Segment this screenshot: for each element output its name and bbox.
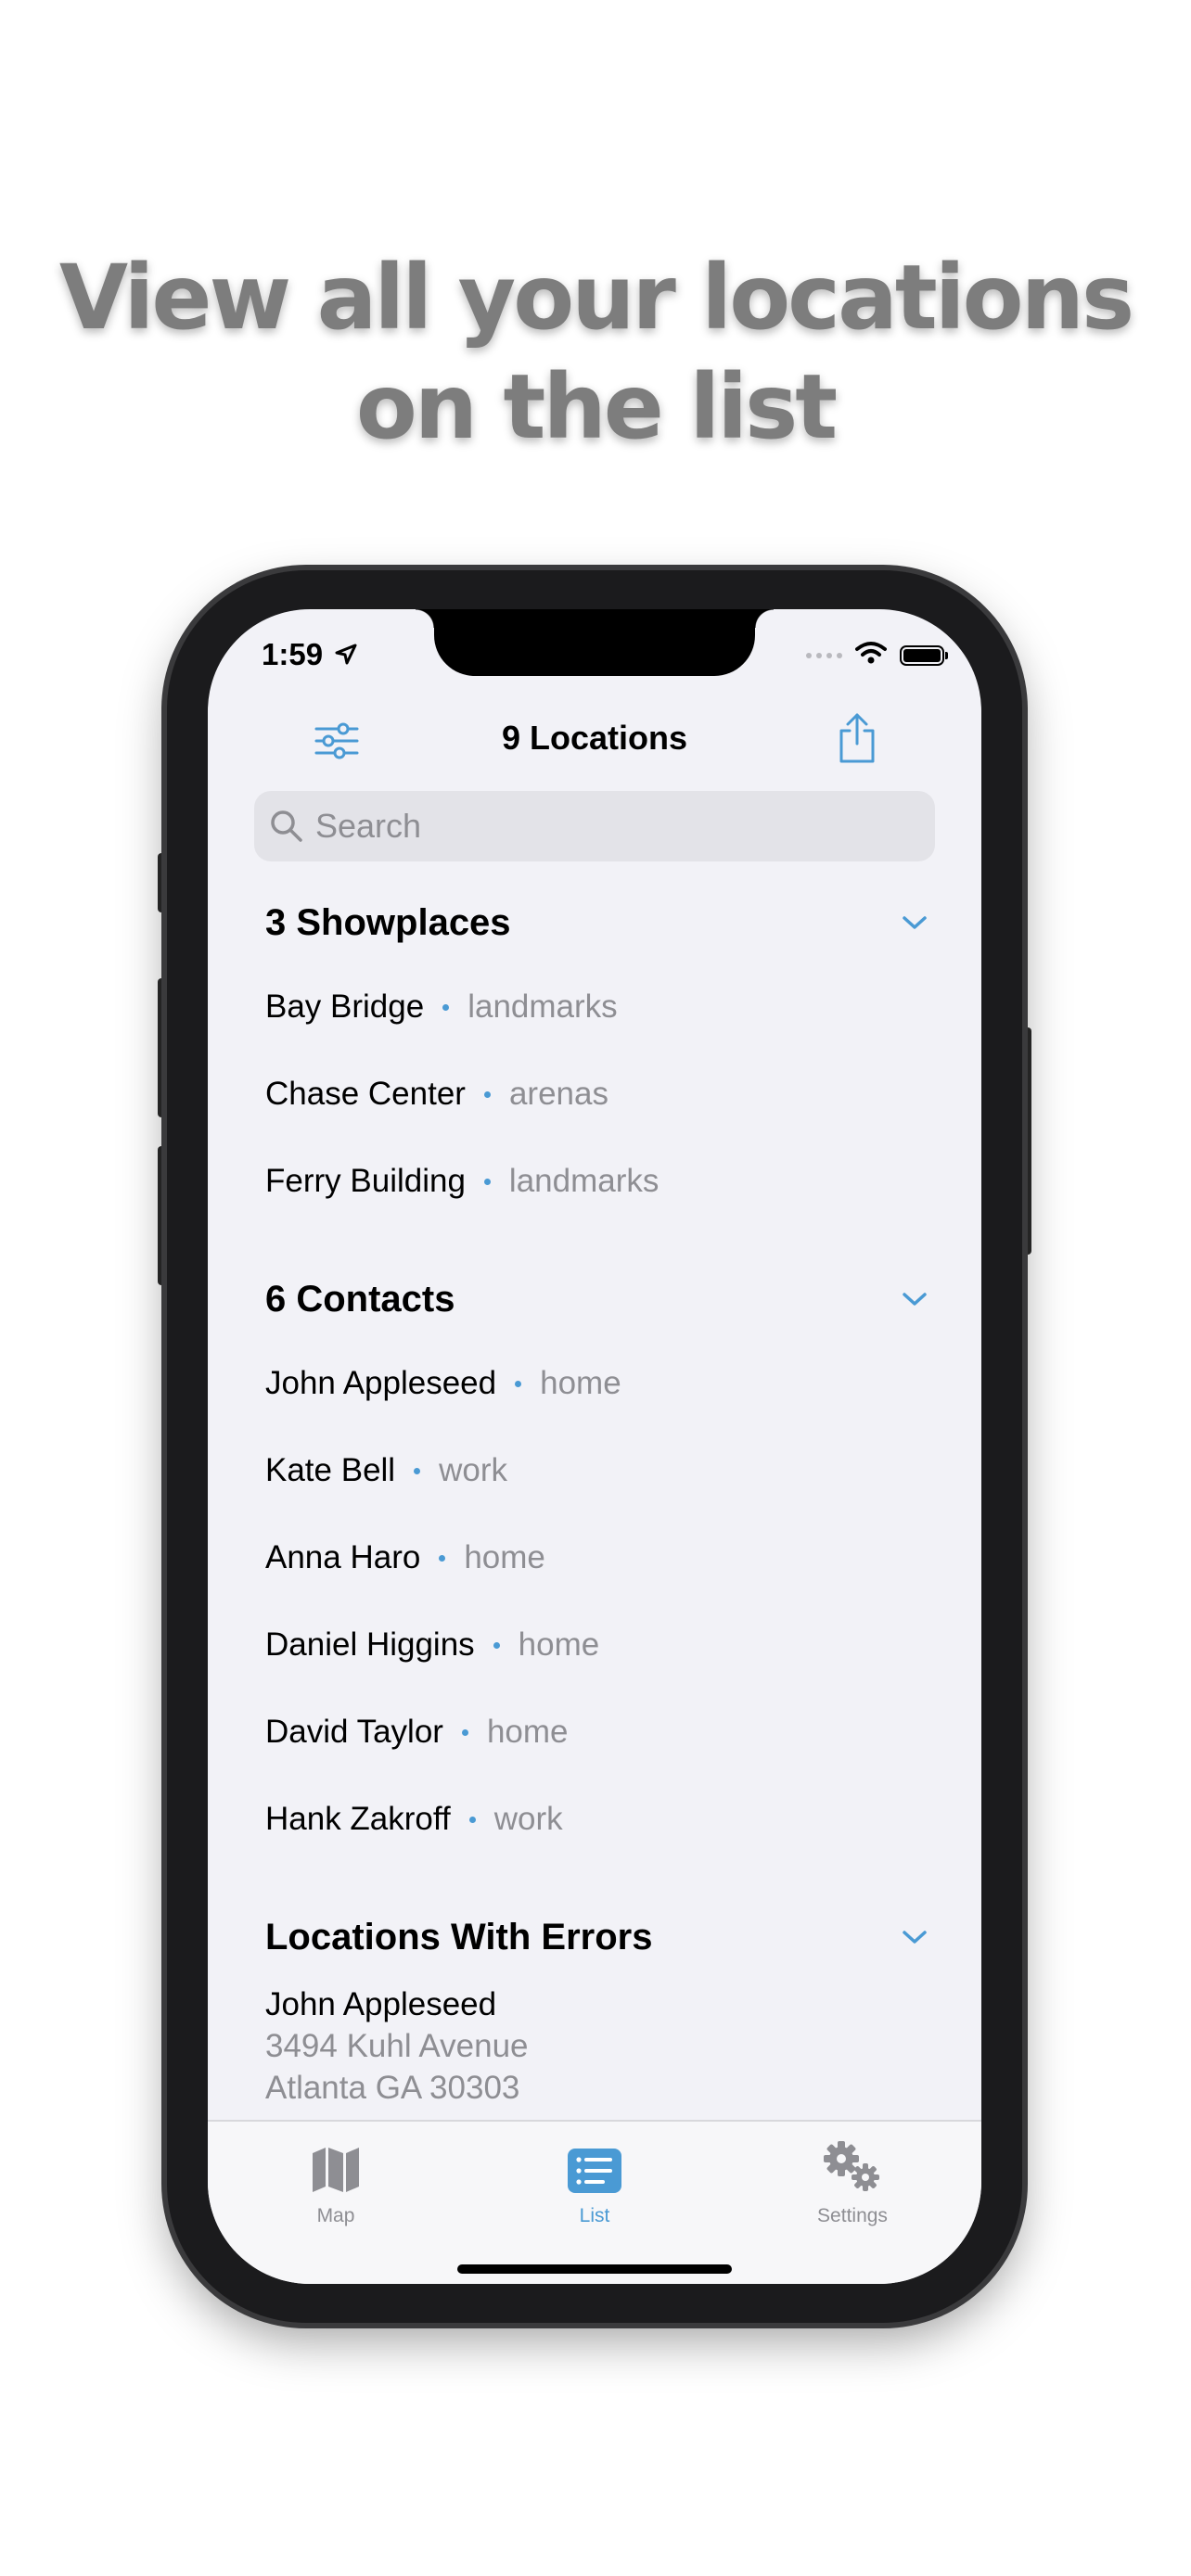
- phone-frame: 1:59 9 Locations Search 3 Showplaces Bay…: [167, 570, 1022, 2323]
- contact-name: John Appleseed: [265, 1365, 497, 1401]
- error-address-line-1: 3494 Kuhl Avenue: [265, 2028, 529, 2064]
- contact-tag: work: [493, 1801, 563, 1837]
- location-tag: landmarks: [508, 1163, 660, 1199]
- location-tag: landmarks: [467, 988, 618, 1025]
- list-item[interactable]: Kate Bell work: [265, 1427, 935, 1514]
- error-contact-name: John Appleseed: [265, 1986, 497, 2022]
- tab-list[interactable]: List: [502, 2136, 687, 2227]
- gears-icon: [824, 2141, 879, 2191]
- section-title: Locations With Errors: [265, 1916, 653, 1958]
- list-icon: [568, 2149, 621, 2193]
- errors-section: Locations With Errors John Appleseed 349…: [265, 1909, 935, 2109]
- chevron-down-icon[interactable]: [894, 1279, 935, 1320]
- share-icon: [839, 713, 875, 763]
- location-name: Chase Center: [265, 1076, 466, 1112]
- separator-dot: [461, 1728, 468, 1736]
- mute-switch: [158, 853, 167, 912]
- contacts-section: 6 Contacts John Appleseed home Kate Bell…: [265, 1271, 935, 1863]
- tab-settings[interactable]: Settings: [760, 2136, 945, 2227]
- chevron-down-icon[interactable]: [894, 1917, 935, 1958]
- contact-name: Hank Zakroff: [265, 1801, 451, 1837]
- promo-headline: View all your locations on the list: [0, 243, 1191, 462]
- contact-tag: home: [464, 1539, 545, 1575]
- separator-dot: [483, 1178, 491, 1185]
- home-indicator[interactable]: [457, 2264, 732, 2274]
- separator-dot: [515, 1380, 522, 1387]
- location-tag: arenas: [508, 1076, 608, 1112]
- contact-tag: home: [486, 1714, 569, 1750]
- tab-label: Map: [316, 2205, 355, 2226]
- showplaces-header[interactable]: 3 Showplaces: [265, 895, 935, 950]
- contact-tag: work: [439, 1452, 507, 1488]
- list-item[interactable]: Daniel Higgins home: [265, 1601, 935, 1689]
- search-bar[interactable]: [254, 791, 935, 861]
- battery-icon: [900, 644, 948, 666]
- tab-bar: Map List Settings: [208, 2120, 981, 2284]
- promo-headline-line-2: on the list: [355, 355, 838, 459]
- search-icon: [271, 810, 302, 842]
- section-title: 3 Showplaces: [265, 901, 511, 943]
- volume-up-button: [158, 978, 167, 1117]
- separator-dot: [483, 1090, 491, 1098]
- promo-headline-line-1: View all your locations: [58, 246, 1134, 350]
- error-list-item[interactable]: John Appleseed 3494 Kuhl Avenue Atlanta …: [265, 1983, 935, 2109]
- list-item[interactable]: Ferry Building landmarks: [265, 1138, 935, 1225]
- contact-name: David Taylor: [265, 1714, 443, 1750]
- separator-dot: [493, 1641, 500, 1649]
- list-item[interactable]: Chase Center arenas: [265, 1051, 935, 1138]
- list-item[interactable]: John Appleseed home: [265, 1340, 935, 1427]
- notch: [416, 609, 774, 676]
- wifi-icon: [855, 641, 887, 670]
- map-icon: [313, 2148, 359, 2192]
- separator-dot: [439, 1554, 446, 1562]
- tab-label: Settings: [817, 2205, 888, 2226]
- contact-name: Anna Haro: [265, 1539, 421, 1575]
- volume-down-button: [158, 1146, 167, 1285]
- location-name: Ferry Building: [265, 1163, 466, 1199]
- contact-name: Daniel Higgins: [265, 1626, 475, 1663]
- separator-dot: [414, 1467, 421, 1474]
- contacts-header[interactable]: 6 Contacts: [265, 1271, 935, 1327]
- separator-dot: [468, 1816, 476, 1823]
- list-item[interactable]: Bay Bridge landmarks: [265, 963, 935, 1051]
- cellular-signal-icon: [806, 652, 842, 658]
- contact-name: Kate Bell: [265, 1452, 396, 1488]
- search-input[interactable]: [314, 806, 911, 847]
- showplaces-section: 3 Showplaces Bay Bridge landmarks Chase …: [265, 895, 935, 1225]
- location-arrow-icon: [334, 643, 358, 671]
- phone-screen: 1:59 9 Locations Search 3 Showplaces Bay…: [208, 609, 981, 2284]
- power-button: [1022, 1027, 1031, 1255]
- chevron-down-icon[interactable]: [894, 902, 935, 943]
- status-time: 1:59: [262, 637, 324, 671]
- contact-tag: home: [540, 1365, 621, 1401]
- list-item[interactable]: Hank Zakroff work: [265, 1776, 935, 1863]
- location-name: Bay Bridge: [265, 988, 425, 1025]
- separator-dot: [442, 1003, 450, 1011]
- status-indicators: [806, 641, 948, 670]
- list-item[interactable]: Anna Haro home: [265, 1514, 935, 1601]
- error-address-line-2: Atlanta GA 30303: [265, 2070, 520, 2106]
- tab-label: List: [579, 2205, 610, 2226]
- list-item[interactable]: David Taylor home: [265, 1689, 935, 1776]
- tab-map[interactable]: Map: [243, 2136, 429, 2227]
- errors-header[interactable]: Locations With Errors: [265, 1909, 935, 1965]
- contact-tag: home: [518, 1626, 600, 1663]
- share-button[interactable]: [829, 708, 885, 769]
- section-title: 6 Contacts: [265, 1278, 455, 1320]
